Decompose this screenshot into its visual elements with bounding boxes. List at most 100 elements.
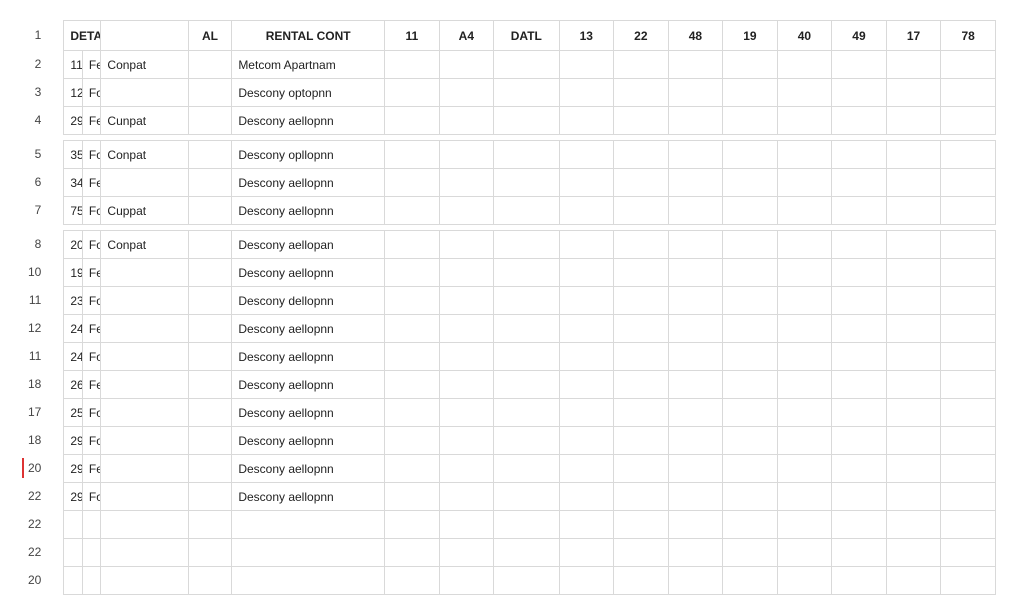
cell-blank[interactable] [832,231,887,259]
cell-blank[interactable] [494,455,559,483]
col-n8[interactable]: 49 [832,21,887,51]
cell-blank[interactable] [832,399,887,427]
col-n0[interactable]: 11 [385,21,440,51]
cell-blank[interactable] [385,483,440,511]
cell-blank[interactable] [723,197,778,225]
cell-blank[interactable] [941,343,996,371]
cell-id[interactable]: 29 [64,455,83,483]
cell-id[interactable]: 24 [64,315,83,343]
cell-blank[interactable] [614,343,669,371]
cell-blank[interactable] [723,107,778,135]
row-number[interactable]: 2 [28,50,45,78]
cell-name[interactable]: Fertıal [82,259,101,287]
cell-blank[interactable] [494,287,559,315]
cell-blank[interactable] [385,455,440,483]
cell-rental[interactable]: Descony aellopnn [232,455,385,483]
cell-blank[interactable] [494,231,559,259]
row-number[interactable]: 10 [28,258,45,286]
cell-blank[interactable] [777,197,832,225]
cell-al[interactable] [188,511,232,539]
cell-blank[interactable] [439,427,494,455]
cell-blank[interactable] [494,169,559,197]
cell-blank[interactable] [668,287,723,315]
cell-blank[interactable] [941,107,996,135]
cell-id[interactable] [64,511,83,539]
cell-id[interactable]: 11 [64,51,83,79]
cell-name[interactable]: Fortıel [82,427,101,455]
cell-blank[interactable] [494,567,559,595]
cell-rental[interactable] [232,567,385,595]
cell-blank[interactable] [668,371,723,399]
cell-blank[interactable] [886,169,941,197]
cell-type[interactable] [101,483,188,511]
cell-blank[interactable] [559,455,614,483]
table-row[interactable]: 35FortıelConpatDescony opllopnn [64,141,996,169]
cell-al[interactable] [188,169,232,197]
cell-blank[interactable] [941,427,996,455]
cell-blank[interactable] [941,483,996,511]
cell-blank[interactable] [832,539,887,567]
cell-blank[interactable] [439,287,494,315]
cell-blank[interactable] [832,287,887,315]
cell-blank[interactable] [886,455,941,483]
cell-blank[interactable] [614,511,669,539]
cell-blank[interactable] [777,107,832,135]
cell-type[interactable] [101,511,188,539]
cell-blank[interactable] [941,371,996,399]
cell-blank[interactable] [886,197,941,225]
cell-blank[interactable] [777,539,832,567]
cell-name[interactable] [82,567,101,595]
cell-blank[interactable] [777,483,832,511]
cell-blank[interactable] [668,455,723,483]
cell-type[interactable] [101,79,188,107]
cell-blank[interactable] [886,539,941,567]
col-n9[interactable]: 17 [886,21,941,51]
cell-blank[interactable] [494,399,559,427]
cell-id[interactable]: 35 [64,141,83,169]
cell-rental[interactable]: Descony dellopnn [232,287,385,315]
cell-blank[interactable] [941,141,996,169]
row-number[interactable]: 17 [28,398,45,426]
table-row[interactable]: 34FertıelDescony aellopnn [64,169,996,197]
cell-blank[interactable] [385,315,440,343]
cell-al[interactable] [188,539,232,567]
cell-blank[interactable] [777,287,832,315]
cell-al[interactable] [188,79,232,107]
col-n5[interactable]: 48 [668,21,723,51]
cell-blank[interactable] [886,315,941,343]
cell-blank[interactable] [832,315,887,343]
cell-blank[interactable] [494,427,559,455]
cell-blank[interactable] [439,483,494,511]
cell-id[interactable]: 19 [64,259,83,287]
cell-id[interactable]: 34 [64,169,83,197]
cell-blank[interactable] [886,371,941,399]
cell-blank[interactable] [439,79,494,107]
cell-blank[interactable] [614,231,669,259]
cell-al[interactable] [188,315,232,343]
cell-rental[interactable]: Descony aellopnn [232,399,385,427]
cell-blank[interactable] [777,51,832,79]
cell-blank[interactable] [886,107,941,135]
cell-name[interactable]: Fertıal [82,107,101,135]
cell-blank[interactable] [614,483,669,511]
cell-blank[interactable] [494,107,559,135]
cell-blank[interactable] [439,539,494,567]
cell-blank[interactable] [614,141,669,169]
cell-name[interactable]: Forıal [82,483,101,511]
cell-id[interactable]: 29 [64,483,83,511]
cell-blank[interactable] [439,567,494,595]
table-row[interactable] [64,567,996,595]
cell-blank[interactable] [439,343,494,371]
cell-blank[interactable] [614,455,669,483]
cell-blank[interactable] [668,427,723,455]
table-row[interactable]: 23ForıalDescony dellopnn [64,287,996,315]
table-row[interactable]: 75FortıelCuppatDescony aellopnn [64,197,996,225]
cell-blank[interactable] [385,371,440,399]
cell-blank[interactable] [886,511,941,539]
col-n6[interactable]: 19 [723,21,778,51]
cell-blank[interactable] [559,169,614,197]
cell-blank[interactable] [886,141,941,169]
row-number[interactable]: 8 [28,230,45,258]
cell-rental[interactable]: Descony aellopnn [232,427,385,455]
cell-type[interactable]: Cunpat [101,107,188,135]
